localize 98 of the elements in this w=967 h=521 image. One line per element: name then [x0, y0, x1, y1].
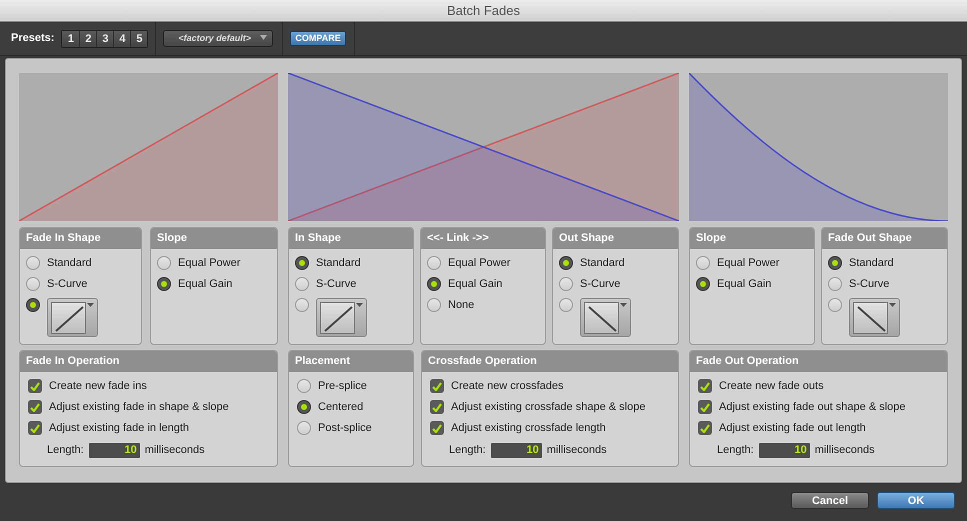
length-field[interactable]: 10: [490, 442, 542, 458]
checkbox[interactable]: [698, 400, 712, 414]
radio-button[interactable]: [696, 256, 710, 270]
option-label: None: [448, 298, 474, 312]
cancel-button[interactable]: Cancel: [791, 492, 869, 509]
option-label: Equal Gain: [717, 277, 772, 291]
length-field[interactable]: 10: [88, 442, 140, 458]
checkbox[interactable]: [430, 421, 444, 435]
radio-button[interactable]: [559, 298, 573, 312]
radio-button[interactable]: [559, 277, 573, 291]
radio-button[interactable]: [295, 277, 309, 291]
checkbox-label: Create new fade ins: [49, 379, 147, 393]
checkbox-label: Adjust existing fade in length: [49, 421, 190, 435]
panel-title: Crossfade Operation: [428, 354, 537, 370]
preset-button[interactable]: 4: [113, 30, 130, 46]
radio-button[interactable]: [559, 256, 573, 270]
option-label: Centered: [318, 400, 364, 414]
compare-button[interactable]: COMPARE: [290, 31, 346, 46]
unit-label: milliseconds: [814, 443, 875, 458]
checkbox[interactable]: [28, 400, 42, 414]
option-label: S-Curve: [47, 277, 88, 291]
option-label: Pre-splice: [318, 379, 367, 393]
length-field[interactable]: 10: [758, 442, 810, 458]
option-label: Standard: [849, 256, 894, 270]
option-label: S-Curve: [580, 277, 620, 291]
shape-dropdown[interactable]: [580, 298, 631, 337]
presets-label: Presets:: [11, 31, 54, 46]
panel-title: Slope: [157, 231, 187, 246]
preset-dropdown[interactable]: <factory default>: [163, 30, 274, 47]
checkbox-label: Adjust existing fade in shape & slope: [49, 400, 229, 414]
length-label: Length:: [449, 443, 486, 458]
radio-button[interactable]: [157, 277, 171, 291]
shape-dropdown[interactable]: [849, 298, 900, 337]
radio-button[interactable]: [26, 256, 40, 270]
checkbox-label: Create new crossfades: [451, 379, 564, 393]
option-label: S-Curve: [849, 277, 890, 291]
window-title: Batch Fades: [447, 2, 520, 20]
checkbox-label: Adjust existing fade out shape & slope: [719, 400, 906, 414]
preset-button[interactable]: 3: [96, 30, 114, 46]
shape-dropdown[interactable]: [316, 298, 367, 337]
panel-title: Slope: [696, 231, 726, 246]
radio-button[interactable]: [297, 421, 311, 435]
unit-label: milliseconds: [144, 443, 205, 458]
checkbox-label: Adjust existing crossfade length: [451, 421, 606, 435]
option-label: Standard: [316, 256, 361, 270]
checkbox[interactable]: [698, 421, 712, 435]
option-label: Equal Gain: [448, 277, 502, 291]
radio-button[interactable]: [297, 379, 311, 393]
preset-button[interactable]: 5: [130, 30, 148, 46]
ok-button[interactable]: OK: [877, 492, 955, 509]
radio-button[interactable]: [427, 277, 441, 291]
radio-button[interactable]: [828, 298, 842, 312]
option-label: Standard: [580, 256, 625, 270]
radio-button[interactable]: [26, 298, 40, 312]
length-label: Length:: [47, 443, 84, 458]
panel-title: Fade In Shape: [26, 231, 101, 246]
option-label: Equal Gain: [178, 277, 232, 291]
option-label: Equal Power: [178, 256, 240, 270]
shape-dropdown[interactable]: [47, 298, 98, 337]
radio-button[interactable]: [26, 277, 40, 291]
checkbox[interactable]: [698, 379, 712, 393]
checkbox[interactable]: [28, 379, 42, 393]
caret-icon: [889, 303, 896, 307]
panel-title: Fade Out Operation: [696, 354, 799, 370]
panel-title: In Shape: [295, 231, 341, 246]
caret-icon: [87, 303, 94, 307]
unit-label: milliseconds: [546, 443, 607, 458]
option-label: Post-splice: [318, 421, 372, 435]
checkbox-label: Create new fade outs: [719, 379, 824, 393]
checkbox[interactable]: [430, 400, 444, 414]
option-label: Equal Power: [717, 256, 780, 270]
option-label: S-Curve: [316, 277, 356, 291]
checkbox-label: Adjust existing crossfade shape & slope: [451, 400, 646, 414]
radio-button[interactable]: [696, 277, 710, 291]
option-label: Equal Power: [448, 256, 510, 270]
radio-button[interactable]: [828, 277, 842, 291]
preset-button[interactable]: 2: [79, 30, 96, 46]
checkbox-label: Adjust existing fade out length: [719, 421, 866, 435]
option-label: Standard: [47, 256, 92, 270]
caret-icon: [356, 303, 363, 307]
checkbox[interactable]: [430, 379, 444, 393]
panel-title: Placement: [295, 354, 350, 370]
preset-button[interactable]: 1: [62, 30, 80, 46]
radio-button[interactable]: [427, 298, 441, 312]
caret-icon: [620, 303, 627, 307]
panel-title: Fade In Operation: [26, 354, 120, 370]
panel-title: <<- Link ->>: [427, 231, 489, 246]
caret-icon: [260, 35, 268, 40]
panel-title: Out Shape: [559, 231, 614, 246]
radio-button[interactable]: [427, 256, 441, 270]
radio-button[interactable]: [295, 298, 309, 312]
radio-button[interactable]: [157, 256, 171, 270]
radio-button[interactable]: [828, 256, 842, 270]
length-label: Length:: [717, 443, 754, 458]
radio-button[interactable]: [295, 256, 309, 270]
checkbox[interactable]: [28, 421, 42, 435]
panel-title: Fade Out Shape: [828, 231, 912, 246]
radio-button[interactable]: [297, 400, 311, 414]
